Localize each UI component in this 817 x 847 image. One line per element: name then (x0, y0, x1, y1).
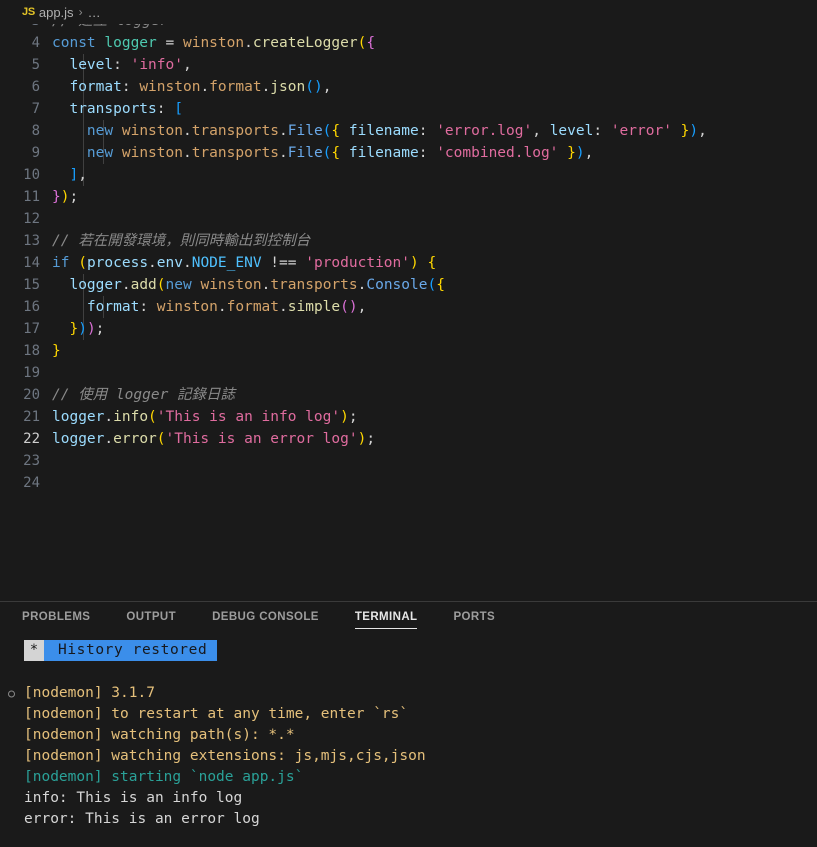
line-number: 21 (23, 409, 40, 425)
tab-ports[interactable]: PORTS (453, 611, 495, 629)
code-line[interactable]: 12 (0, 208, 817, 230)
line-number: 13 (23, 233, 40, 249)
line-source[interactable]: })); (52, 318, 104, 340)
terminal-line-text: error: This is an error log (24, 811, 260, 827)
code-line[interactable]: 6 format: winston.format.json(), (0, 76, 817, 98)
line-source[interactable]: ], (52, 164, 86, 186)
breadcrumb[interactable]: JS app.js › … (0, 0, 817, 24)
line-number: 15 (23, 277, 40, 293)
line-number: 5 (31, 57, 40, 73)
line-number: 4 (31, 35, 40, 51)
code-line[interactable]: 15 logger.add(new winston.transports.Con… (0, 274, 817, 296)
line-number: 20 (23, 387, 40, 403)
line-source[interactable]: logger.error('This is an error log'); (52, 428, 375, 450)
vscode-window: JS app.js › … 3 // 建立 logger 4 const log… (0, 0, 817, 847)
line-number: 8 (31, 123, 40, 139)
history-restored-text: History restored (44, 639, 218, 661)
line-number: 17 (23, 321, 40, 337)
terminal-line: info: This is an info log (0, 788, 817, 809)
code-line[interactable]: 3 // 建立 logger (0, 24, 817, 32)
terminal-line-text: [nodemon] watching extensions: js,mjs,cj… (24, 748, 426, 764)
code-editor[interactable]: 3 // 建立 logger 4 const logger = winston.… (0, 24, 817, 601)
code-line[interactable]: 7 transports: [ (0, 98, 817, 120)
line-number: 18 (23, 343, 40, 359)
breadcrumb-file-name[interactable]: app.js (39, 5, 74, 20)
line-source[interactable]: new winston.transports.File({ filename: … (52, 120, 707, 142)
line-number: 16 (23, 299, 40, 315)
terminal-line-text: [nodemon] watching path(s): *.* (24, 727, 295, 743)
terminal-line: [nodemon] watching extensions: js,mjs,cj… (0, 746, 817, 767)
line-source[interactable]: new winston.transports.File({ filename: … (52, 142, 593, 164)
line-source[interactable]: format: winston.format.simple(), (52, 296, 366, 318)
code-line[interactable]: 8 new winston.transports.File({ filename… (0, 120, 817, 142)
line-source[interactable]: transports: [ (52, 98, 183, 120)
terminal-line: error: This is an error log (0, 809, 817, 830)
javascript-file-icon: JS (22, 6, 35, 18)
tab-debug-console[interactable]: DEBUG CONSOLE (212, 611, 319, 629)
line-source[interactable]: // 建立 logger (52, 24, 168, 32)
terminal-line: [nodemon] watching path(s): *.* (0, 725, 817, 746)
line-source[interactable]: logger.info('This is an info log'); (52, 406, 358, 428)
chevron-right-icon: › (78, 5, 83, 19)
code-line[interactable]: 23 (0, 450, 817, 472)
panel-tab-bar: PROBLEMS OUTPUT DEBUG CONSOLE TERMINAL P… (0, 602, 817, 638)
code-line[interactable]: 18 } (0, 340, 817, 362)
line-number: 19 (23, 365, 40, 381)
terminal-line: [nodemon] to restart at any time, enter … (0, 704, 817, 725)
line-number: 24 (23, 475, 40, 491)
code-line[interactable]: 17 })); (0, 318, 817, 340)
code-line[interactable]: 20 // 使用 logger 記錄日誌 (0, 384, 817, 406)
code-line[interactable]: 10 ], (0, 164, 817, 186)
code-line[interactable]: 19 (0, 362, 817, 384)
tab-terminal[interactable]: TERMINAL (354, 611, 418, 629)
line-number: 10 (23, 167, 40, 183)
code-line[interactable]: 4 const logger = winston.createLogger({ (0, 32, 817, 54)
tab-problems[interactable]: PROBLEMS (22, 611, 90, 629)
line-number: 7 (31, 101, 40, 117)
line-number: 11 (23, 189, 40, 205)
line-number: 12 (23, 211, 40, 227)
line-number: 6 (31, 79, 40, 95)
history-restored-badge: * History restored (0, 638, 817, 662)
line-source[interactable]: if (process.env.NODE_ENV !== 'production… (52, 252, 436, 274)
line-source[interactable]: }); (52, 186, 78, 208)
line-source[interactable]: // 若在開發環境，則同時輸出到控制台 (52, 230, 310, 252)
code-line[interactable]: 24 (0, 472, 817, 494)
line-number: 14 (23, 255, 40, 271)
line-number: 3 (0, 24, 52, 32)
terminal-line-text: info: This is an info log (24, 790, 243, 806)
code-line[interactable]: 16 format: winston.format.simple(), (0, 296, 817, 318)
terminal-line: [nodemon] starting `node app.js` (0, 767, 817, 788)
code-line[interactable]: 9 new winston.transports.File({ filename… (0, 142, 817, 164)
line-source[interactable]: // 使用 logger 記錄日誌 (52, 384, 235, 406)
terminal-output[interactable]: * History restored [nodemon] 3.1.7 [node… (0, 638, 817, 847)
line-source[interactable]: level: 'info', (52, 54, 191, 76)
command-status-icon[interactable] (8, 690, 15, 697)
terminal-line-text: [nodemon] starting `node app.js` (24, 769, 304, 785)
code-line[interactable]: 5 level: 'info', (0, 54, 817, 76)
line-source[interactable]: } (52, 340, 61, 362)
code-line-active[interactable]: 22 logger.error('This is an error log'); (0, 428, 817, 450)
code-line[interactable]: 13 // 若在開發環境，則同時輸出到控制台 (0, 230, 817, 252)
line-source[interactable]: format: winston.format.json(), (52, 76, 331, 98)
code-line[interactable]: 11 }); (0, 186, 817, 208)
tab-output[interactable]: OUTPUT (126, 611, 176, 629)
line-number: 23 (23, 453, 40, 469)
terminal-line-text: [nodemon] 3.1.7 (24, 685, 155, 701)
code-line[interactable]: 14 if (process.env.NODE_ENV !== 'product… (0, 252, 817, 274)
breadcrumb-overflow[interactable]: … (88, 5, 102, 20)
terminal-line: [nodemon] 3.1.7 (0, 683, 817, 704)
line-number: 9 (31, 145, 40, 161)
asterisk-icon: * (24, 639, 44, 661)
line-number: 22 (23, 431, 40, 447)
terminal-line-text: [nodemon] to restart at any time, enter … (24, 706, 409, 722)
bottom-panel: PROBLEMS OUTPUT DEBUG CONSOLE TERMINAL P… (0, 602, 817, 847)
code-scroll-container: 3 // 建立 logger 4 const logger = winston.… (0, 24, 817, 494)
line-source[interactable]: const logger = winston.createLogger({ (52, 32, 375, 54)
code-line[interactable]: 21 logger.info('This is an info log'); (0, 406, 817, 428)
line-source[interactable]: logger.add(new winston.transports.Consol… (52, 274, 444, 296)
